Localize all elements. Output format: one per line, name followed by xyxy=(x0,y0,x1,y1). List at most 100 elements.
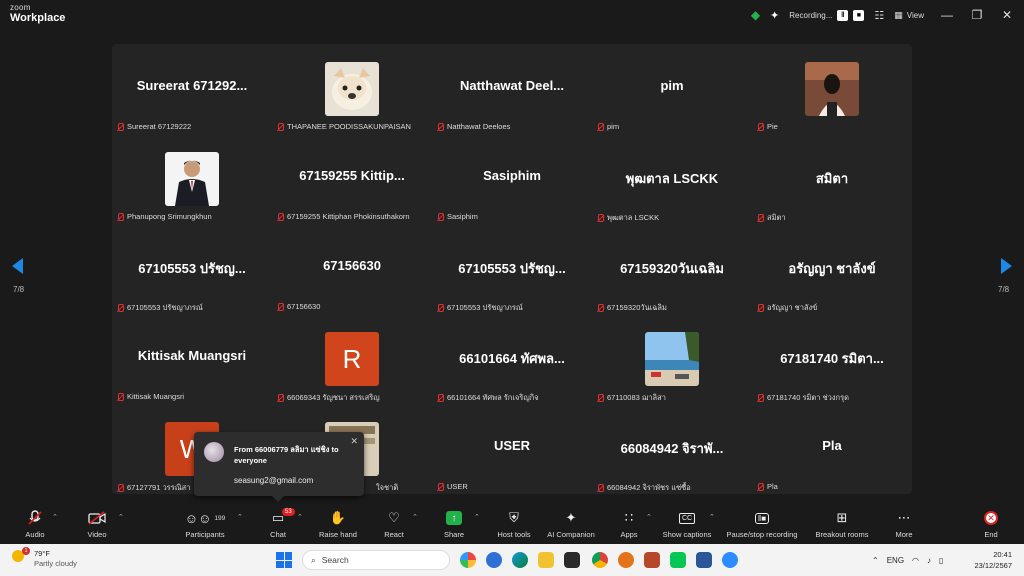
system-clock[interactable]: 20:41 23/12/2567 xyxy=(952,549,1012,571)
mic-muted-icon xyxy=(276,394,284,402)
video-button[interactable]: Video xyxy=(57,509,137,539)
participant-display-name: Natthawat Deel... xyxy=(459,78,565,93)
minimize-icon[interactable]: — xyxy=(934,8,960,22)
participant-name-label: Phanupong Srimungkhun xyxy=(127,212,212,221)
taskbar-search[interactable]: ⌕ Search xyxy=(302,550,450,570)
view-label: View xyxy=(906,10,924,20)
recording-label: Recording... xyxy=(789,10,833,20)
mic-muted-icon xyxy=(116,122,124,131)
participant-display-name: 67159255 Kittip... xyxy=(299,168,405,183)
gallery-grid-icon[interactable]: ☷ xyxy=(874,9,884,22)
copilot-icon[interactable] xyxy=(486,552,502,568)
participant-tile[interactable]: pim pim xyxy=(592,44,752,134)
next-page-arrow-icon[interactable] xyxy=(1001,258,1012,274)
chrome-browser-icon[interactable] xyxy=(592,552,608,568)
wifi-icon[interactable]: ◠ xyxy=(912,556,919,565)
language-indicator[interactable]: ENG xyxy=(887,556,904,565)
participant-tile[interactable]: R 66069343 รัญชนา สรรเสริญ xyxy=(272,314,432,404)
participant-tile[interactable]: Natthawat Deel... Natthawat Deeloes xyxy=(432,44,592,134)
view-icon: ▦ xyxy=(894,9,903,20)
edge-browser-icon[interactable] xyxy=(512,552,528,568)
more-dots-icon: ⋯ xyxy=(897,510,911,525)
participant-tile[interactable]: Pie xyxy=(752,44,912,134)
recording-indicator: Recording... ‖ ■ xyxy=(789,9,865,21)
pause-recording-icon[interactable]: ‖ xyxy=(837,9,849,21)
participant-tile[interactable]: 66101664 ทัศพล... 66101664 ทัศพล รักเจริ… xyxy=(432,314,592,404)
view-button[interactable]: ▦ View xyxy=(894,10,924,21)
mic-muted-icon xyxy=(596,304,604,312)
battery-icon[interactable]: ▯ xyxy=(939,556,943,565)
participant-tile[interactable]: 67110083 ฌาลิสา xyxy=(592,314,752,404)
participant-name-label: 67105553 ปรัชญาภรณ์ xyxy=(127,303,203,312)
participants-button[interactable]: ☺☺ 199 Participants xyxy=(165,509,245,540)
show-captions-button[interactable]: CC Show captions xyxy=(647,509,727,539)
more-label: More xyxy=(895,530,913,539)
colorful-app-icon[interactable] xyxy=(460,552,476,568)
participant-tile[interactable]: Phanupong Srimungkhun xyxy=(112,134,272,224)
chat-sender: From 66006779 ลลิมา แซ่ชิง to everyone xyxy=(234,445,339,465)
participant-tile[interactable]: Kittisak Muangsri Kittisak Muangsri xyxy=(112,314,272,404)
more-button[interactable]: ⋯ More xyxy=(864,509,944,539)
participant-name-label: 67127791 วรรณิสา xyxy=(127,483,191,492)
participants-label: Participants xyxy=(185,530,225,539)
end-label: End xyxy=(984,530,998,539)
participant-tile[interactable]: อรัญญา ชาลังข์ อรัญญา ชาลังข์ xyxy=(752,224,912,314)
line-app-icon[interactable] xyxy=(670,552,686,568)
participant-tile[interactable]: USER USER xyxy=(432,404,592,494)
windows-start-icon[interactable] xyxy=(276,552,292,568)
participant-name-label: Sasiphim xyxy=(447,212,478,221)
participant-tile[interactable]: 67159255 Kittip... 67159255 Kittiphan Ph… xyxy=(272,134,432,224)
restore-icon[interactable]: ❐ xyxy=(964,8,990,22)
microsoft-store-icon[interactable] xyxy=(564,552,580,568)
zoom-app-icon[interactable] xyxy=(722,552,738,568)
participant-display-name: 66084942 จิราพั... xyxy=(620,441,724,456)
sender-avatar xyxy=(204,442,224,462)
participant-tile[interactable]: พุฒตาล LSCKK พุฒตาล LSCKK xyxy=(592,134,752,224)
end-call-icon: ✕ xyxy=(984,511,998,525)
chat-notification-popup[interactable]: From 66006779 ลลิมา แซ่ชิง to everyone s… xyxy=(194,432,364,502)
mic-muted-icon xyxy=(756,122,764,131)
page-indicator-right: 7/8 xyxy=(998,285,1010,294)
participant-name-label: 67105553 ปรัชญาภรณ์ xyxy=(447,303,523,312)
participant-tile[interactable]: Sasiphim Sasiphim xyxy=(432,134,592,224)
pause-stop-recording-button[interactable]: ‖■ Pause/stop recording xyxy=(722,509,802,539)
pause-stop-icon: ‖■ xyxy=(722,509,802,527)
participant-name-label: pim xyxy=(607,122,620,131)
participant-tile[interactable]: 67181740 รมิตา... 67181740 รมิตา ช่วงกรุ… xyxy=(752,314,912,404)
mic-muted-icon xyxy=(276,122,284,131)
firefox-browser-icon[interactable] xyxy=(618,552,634,568)
video-options-chevron-icon[interactable]: ⌃ xyxy=(118,513,124,521)
stop-recording-icon[interactable]: ■ xyxy=(853,9,865,21)
participant-tile[interactable]: Pla Pla xyxy=(752,404,912,494)
participant-display-name: Pla xyxy=(822,438,842,453)
participant-display-name: อรัญญา ชาลังข์ xyxy=(788,261,876,276)
person-photo-avatar xyxy=(165,152,219,206)
speaker-icon[interactable]: ♪ xyxy=(927,556,931,565)
participant-tile[interactable]: 67105553 ปรัชญ... 67105553 ปรัชญาภรณ์ xyxy=(112,224,272,314)
participant-tile[interactable]: Sureerat 671292... Sureerat 67129222 xyxy=(112,44,272,134)
tray-chevron-icon[interactable]: ⌃ xyxy=(872,556,879,565)
participant-name-label: Pla xyxy=(767,482,778,491)
shield-icon[interactable]: ◆ xyxy=(751,8,760,22)
end-button[interactable]: ✕ End xyxy=(951,509,1024,539)
captions-options-chevron-icon[interactable]: ⌃ xyxy=(709,513,715,521)
mic-muted-icon xyxy=(756,214,764,222)
close-window-icon[interactable]: ✕ xyxy=(994,8,1020,22)
participant-tile[interactable]: 66084942 จิราพั... 66084942 จิราพัชร แซ่… xyxy=(592,404,752,494)
participant-tile[interactable]: THAPANEE POODISSAKUNPAISAN xyxy=(272,44,432,134)
participant-tile[interactable]: 67105553 ปรัชญ... 67105553 ปรัชญาภรณ์ xyxy=(432,224,592,314)
close-icon[interactable]: ✕ xyxy=(350,436,358,447)
participant-tile[interactable]: 67156630 67156630 xyxy=(272,224,432,314)
word-icon[interactable] xyxy=(696,552,712,568)
participant-tile[interactable]: 67159320วันเฉลิม 67159320วันเฉลิม xyxy=(592,224,752,314)
mic-muted-icon xyxy=(116,484,124,492)
previous-page-arrow-icon[interactable] xyxy=(12,258,23,274)
weather-widget[interactable]: 79°F Partly cloudy xyxy=(34,549,77,569)
file-explorer-icon[interactable] xyxy=(538,552,554,568)
participant-tile[interactable]: สมิตา สมิตา xyxy=(752,134,912,224)
mic-muted-icon xyxy=(116,392,124,401)
participant-name-label: 67110083 ฌาลิสา xyxy=(607,393,666,402)
ai-sparkle-icon[interactable]: ✦ xyxy=(770,9,779,22)
powerpoint-icon[interactable] xyxy=(644,552,660,568)
pause-stop-recording-label: Pause/stop recording xyxy=(726,530,798,539)
